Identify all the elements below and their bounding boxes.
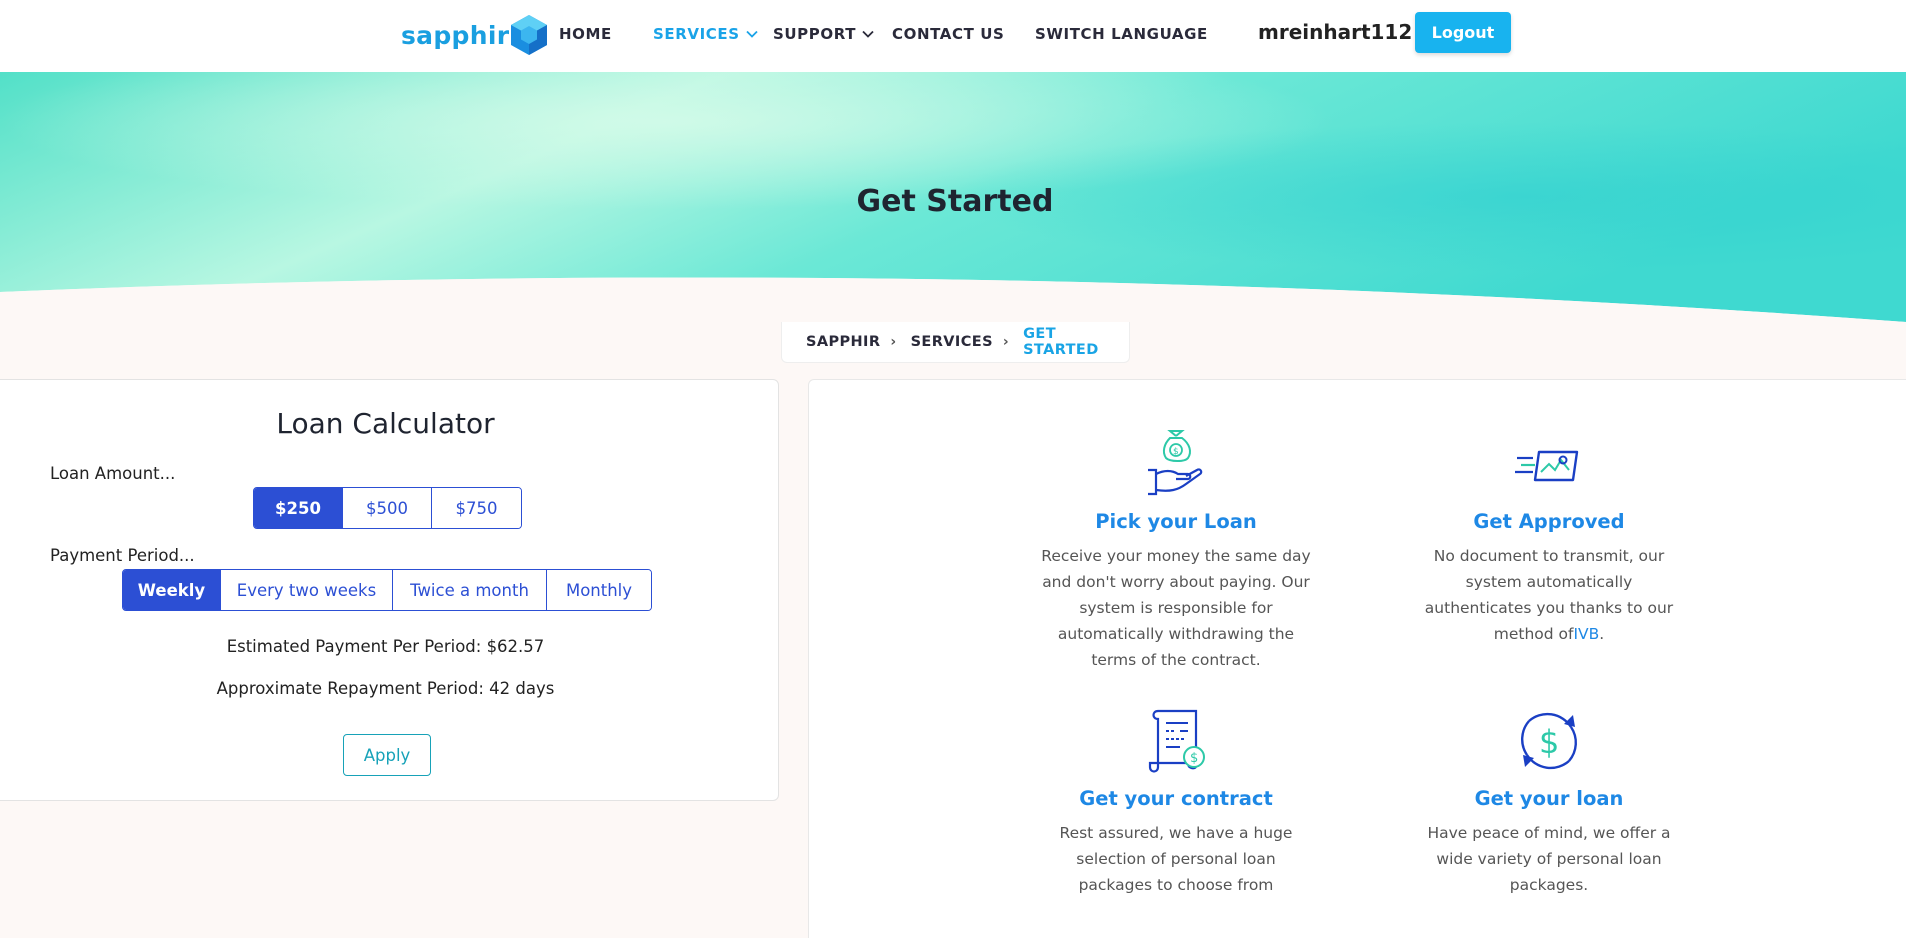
- chevron-right-icon: ›: [1002, 334, 1010, 350]
- nav-home-link[interactable]: HOME: [559, 25, 612, 43]
- svg-text:$: $: [1190, 751, 1198, 766]
- svg-text:$: $: [1173, 447, 1179, 457]
- step-description: No document to transmit, our system auto…: [1399, 543, 1699, 647]
- how-it-works-card: $ Pick your Loan Receive your money the …: [808, 379, 1906, 938]
- nav-services-link[interactable]: SERVICES: [653, 25, 758, 43]
- logout-button[interactable]: Logout: [1415, 12, 1511, 53]
- top-navbar: sapphir HOME SERVICES SUPPORT CONTACT US…: [0, 0, 1906, 72]
- period-option-twice-a-month[interactable]: Twice a month: [393, 570, 547, 610]
- brand-name: sapphir: [401, 20, 510, 50]
- payment-period-selector: Weekly Every two weeks Twice a month Mon…: [122, 569, 652, 611]
- breadcrumb: SAPPHIR › SERVICES › GET STARTED: [781, 322, 1130, 363]
- nav-contact-link[interactable]: CONTACT US: [892, 25, 1004, 43]
- page-title: Get Started: [856, 184, 1054, 219]
- username-display: mreinhart112: [1258, 20, 1413, 44]
- fast-id-card-icon: [1515, 450, 1579, 482]
- apply-button[interactable]: Apply: [343, 734, 431, 776]
- calculator-title: Loan Calculator: [276, 407, 495, 440]
- breadcrumb-item-services[interactable]: SERVICES: [911, 334, 993, 350]
- loan-amount-label: Loan Amount...: [50, 464, 176, 483]
- step-description: Have peace of mind, we offer a wide vari…: [1427, 824, 1671, 894]
- chevron-right-icon: ›: [890, 334, 897, 350]
- period-option-weekly[interactable]: Weekly: [123, 570, 221, 610]
- loan-amount-selector: $250 $500 $750: [253, 487, 522, 529]
- step-title: Get your loan: [1474, 787, 1624, 810]
- nav-services-label: SERVICES: [653, 25, 740, 43]
- period-option-every-two-weeks[interactable]: Every two weeks: [221, 570, 393, 610]
- step-description: Rest assured, we have a huge selection o…: [1059, 824, 1293, 894]
- nav-home-label: HOME: [559, 25, 612, 43]
- step-description-suffix: .: [1599, 625, 1605, 643]
- chevron-down-icon: [862, 30, 874, 38]
- brand-logo[interactable]: sapphir: [401, 14, 549, 56]
- step-get-loan: $ Get your loan Have peace of mind, we o…: [1399, 705, 1699, 898]
- step-description-text: No document to transmit, our system auto…: [1424, 547, 1674, 643]
- ivb-link[interactable]: IVB: [1573, 625, 1599, 643]
- period-option-monthly[interactable]: Monthly: [547, 570, 651, 610]
- repayment-period-text: Approximate Repayment Period: 42 days: [216, 679, 555, 698]
- step-pick-loan: $ Pick your Loan Receive your money the …: [1026, 428, 1326, 673]
- step-title: Get your contract: [1079, 787, 1273, 810]
- contract-scroll-icon: $: [1148, 709, 1205, 773]
- dollar-cycle-icon: $: [1520, 712, 1578, 770]
- step-get-contract: $ Get your contract Rest assured, we hav…: [1026, 705, 1326, 898]
- estimated-payment-text: Estimated Payment Per Period: $62.57: [226, 637, 545, 656]
- money-bag-hand-icon: $: [1148, 430, 1203, 496]
- chevron-down-icon: [746, 30, 758, 38]
- breadcrumb-item-sapphir[interactable]: SAPPHIR: [806, 334, 880, 350]
- payment-period-label: Payment Period...: [50, 546, 195, 565]
- hero-banner: Get Started: [0, 72, 1906, 322]
- hexagon-logo-icon: [511, 15, 548, 55]
- amount-option-500[interactable]: $500: [343, 488, 432, 528]
- breadcrumb-item-current: GET STARTED: [1023, 326, 1099, 358]
- svg-text:$: $: [1539, 723, 1559, 761]
- nav-switch-language-link[interactable]: SWITCH LANGUAGE: [1035, 25, 1208, 43]
- amount-option-750[interactable]: $750: [432, 488, 521, 528]
- loan-calculator-card: Loan Calculator Loan Amount... $250 $500…: [0, 379, 779, 801]
- nav-switch-language-label: SWITCH LANGUAGE: [1035, 25, 1208, 43]
- amount-option-250[interactable]: $250: [254, 488, 343, 528]
- step-title: Get Approved: [1473, 510, 1625, 533]
- nav-contact-label: CONTACT US: [892, 25, 1005, 43]
- nav-support-label: SUPPORT: [773, 25, 857, 43]
- step-get-approved: Get Approved No document to transmit, ou…: [1399, 428, 1699, 647]
- step-description: Receive your money the same day and don'…: [1041, 547, 1311, 669]
- nav-support-link[interactable]: SUPPORT: [773, 25, 874, 43]
- step-title: Pick your Loan: [1095, 510, 1257, 533]
